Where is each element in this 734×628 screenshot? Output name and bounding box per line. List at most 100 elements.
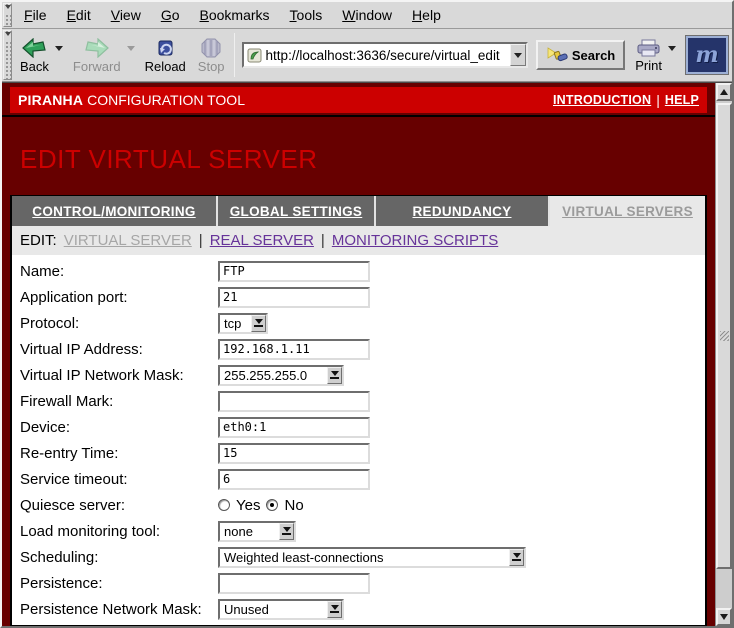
protocol-label: Protocol: bbox=[20, 315, 218, 332]
stop-button[interactable]: Stop bbox=[192, 31, 231, 79]
menu-help[interactable]: Help bbox=[402, 3, 451, 27]
scroll-down-icon bbox=[720, 614, 728, 620]
forward-label: Forward bbox=[73, 59, 121, 74]
scroll-down-button[interactable] bbox=[716, 608, 732, 626]
url-input[interactable] bbox=[266, 45, 510, 65]
print-button[interactable]: Print bbox=[629, 31, 668, 79]
subnav-separator: | bbox=[199, 232, 203, 249]
navigation-toolbar: Back Forward Reload bbox=[2, 29, 732, 82]
tab-control-monitoring[interactable]: CONTROL/MONITORING bbox=[12, 196, 216, 226]
dropdown-arrow-icon[interactable] bbox=[279, 523, 294, 540]
brand-strong: PIRANHA bbox=[18, 92, 83, 108]
subnav-virtual-server-link[interactable]: VIRTUAL SERVER bbox=[64, 232, 192, 249]
form-row-persistence: Persistence: bbox=[12, 570, 705, 596]
forward-button[interactable]: Forward bbox=[67, 31, 127, 79]
service-timeout-input[interactable] bbox=[218, 469, 370, 490]
menu-bar: File Edit View Go Bookmarks Tools Window… bbox=[2, 2, 732, 29]
browser-window: File Edit View Go Bookmarks Tools Window… bbox=[0, 0, 734, 628]
dropdown-arrow-icon[interactable] bbox=[251, 315, 266, 332]
virtual-ip-mask-select[interactable]: 255.255.255.0 bbox=[218, 365, 344, 386]
menu-window[interactable]: Window bbox=[332, 3, 402, 27]
print-label: Print bbox=[635, 58, 662, 73]
tab-virtual-servers[interactable]: VIRTUAL SERVERS bbox=[550, 196, 705, 226]
menu-file[interactable]: File bbox=[14, 3, 57, 27]
back-button[interactable]: Back bbox=[14, 31, 55, 79]
subnav-real-server-link[interactable]: REAL SERVER bbox=[210, 232, 314, 249]
back-label: Back bbox=[20, 59, 49, 74]
forward-icon bbox=[85, 38, 109, 58]
load-monitoring-tool-select[interactable]: none bbox=[218, 521, 296, 542]
reentry-time-input[interactable] bbox=[218, 443, 370, 464]
config-panel: CONTROL/MONITORING GLOBAL SETTINGS REDUN… bbox=[10, 195, 707, 626]
page-proxy-icon[interactable] bbox=[247, 48, 262, 63]
location-bar bbox=[242, 42, 528, 68]
header-link-separator: | bbox=[656, 92, 660, 108]
menubar-grippy-handle[interactable] bbox=[3, 3, 12, 27]
dropdown-arrow-icon[interactable] bbox=[327, 601, 342, 618]
persistence-mask-value: Unused bbox=[220, 602, 327, 617]
service-timeout-label: Service timeout: bbox=[20, 471, 218, 488]
tab-redundancy[interactable]: REDUNDANCY bbox=[376, 196, 548, 226]
vertical-scrollbar[interactable] bbox=[715, 83, 732, 626]
tab-global-settings[interactable]: GLOBAL SETTINGS bbox=[218, 196, 374, 226]
menu-bookmarks[interactable]: Bookmarks bbox=[190, 3, 280, 27]
menu-go[interactable]: Go bbox=[151, 3, 190, 27]
search-button[interactable]: Search bbox=[536, 40, 625, 70]
persistence-mask-label: Persistence Network Mask: bbox=[20, 601, 218, 618]
subnav-monitoring-scripts-link[interactable]: MONITORING SCRIPTS bbox=[332, 232, 498, 249]
scrollbar-thumb[interactable] bbox=[716, 103, 732, 569]
stop-label: Stop bbox=[198, 59, 225, 74]
piranha-header-bar: PIRANHA CONFIGURATION TOOL INTRODUCTION … bbox=[10, 87, 707, 113]
introduction-link[interactable]: INTRODUCTION bbox=[553, 93, 651, 107]
persistence-input[interactable] bbox=[218, 573, 370, 594]
quiesce-no-radio[interactable] bbox=[266, 499, 278, 511]
url-dropdown-button[interactable] bbox=[510, 44, 526, 66]
application-port-label: Application port: bbox=[20, 289, 218, 306]
form-row-vip: Virtual IP Address: bbox=[12, 336, 705, 362]
brand-rest: CONFIGURATION TOOL bbox=[87, 92, 245, 108]
subnav-prefix: EDIT: bbox=[20, 232, 57, 249]
device-input[interactable] bbox=[218, 417, 370, 438]
quiesce-yes-radio[interactable] bbox=[218, 499, 230, 511]
scroll-up-icon bbox=[720, 89, 728, 95]
print-icon bbox=[636, 39, 662, 57]
quiesce-yes-label: Yes bbox=[236, 497, 260, 514]
search-label: Search bbox=[572, 48, 615, 63]
form-row-protocol: Protocol: tcp bbox=[12, 310, 705, 336]
mozilla-logo[interactable]: m bbox=[686, 36, 728, 74]
tab-bar: CONTROL/MONITORING GLOBAL SETTINGS REDUN… bbox=[12, 196, 705, 226]
form-row-persistence-mask: Persistence Network Mask: Unused bbox=[12, 596, 705, 622]
toolbar-grippy-handle[interactable] bbox=[3, 30, 12, 80]
application-port-input[interactable] bbox=[218, 287, 370, 308]
menu-view[interactable]: View bbox=[101, 3, 151, 27]
scheduling-select[interactable]: Weighted least-connections bbox=[218, 547, 526, 568]
help-link[interactable]: HELP bbox=[665, 93, 699, 107]
menu-tools[interactable]: Tools bbox=[280, 3, 333, 27]
virtual-server-form: Name: Application port: Protocol: tcp bbox=[12, 255, 705, 622]
page-title: EDIT VIRTUAL SERVER bbox=[20, 144, 318, 175]
scroll-up-button[interactable] bbox=[716, 83, 732, 101]
virtual-ip-mask-label: Virtual IP Network Mask: bbox=[20, 367, 218, 384]
reload-label: Reload bbox=[145, 59, 186, 74]
form-row-scheduling: Scheduling: Weighted least-connections bbox=[12, 544, 705, 570]
search-icon bbox=[546, 47, 568, 63]
dropdown-arrow-icon[interactable] bbox=[327, 367, 342, 384]
quiesce-no-label: No bbox=[284, 497, 303, 514]
menu-edit[interactable]: Edit bbox=[57, 3, 101, 27]
back-dropdown-arrow[interactable] bbox=[55, 46, 63, 51]
virtual-ip-input[interactable] bbox=[218, 339, 370, 360]
firewall-mark-input[interactable] bbox=[218, 391, 370, 412]
reload-button[interactable]: Reload bbox=[139, 31, 192, 79]
form-row-load-tool: Load monitoring tool: none bbox=[12, 518, 705, 544]
dropdown-arrow-icon[interactable] bbox=[509, 549, 524, 566]
scheduling-label: Scheduling: bbox=[20, 549, 218, 566]
name-input[interactable] bbox=[218, 261, 370, 282]
persistence-mask-select[interactable]: Unused bbox=[218, 599, 344, 620]
firewall-mark-label: Firewall Mark: bbox=[20, 393, 218, 410]
forward-dropdown-arrow[interactable] bbox=[127, 46, 135, 51]
back-icon bbox=[22, 38, 46, 58]
scheduling-value: Weighted least-connections bbox=[220, 550, 509, 565]
print-dropdown-arrow[interactable] bbox=[668, 46, 676, 51]
protocol-select[interactable]: tcp bbox=[218, 313, 268, 334]
form-row-reentry: Re-entry Time: bbox=[12, 440, 705, 466]
